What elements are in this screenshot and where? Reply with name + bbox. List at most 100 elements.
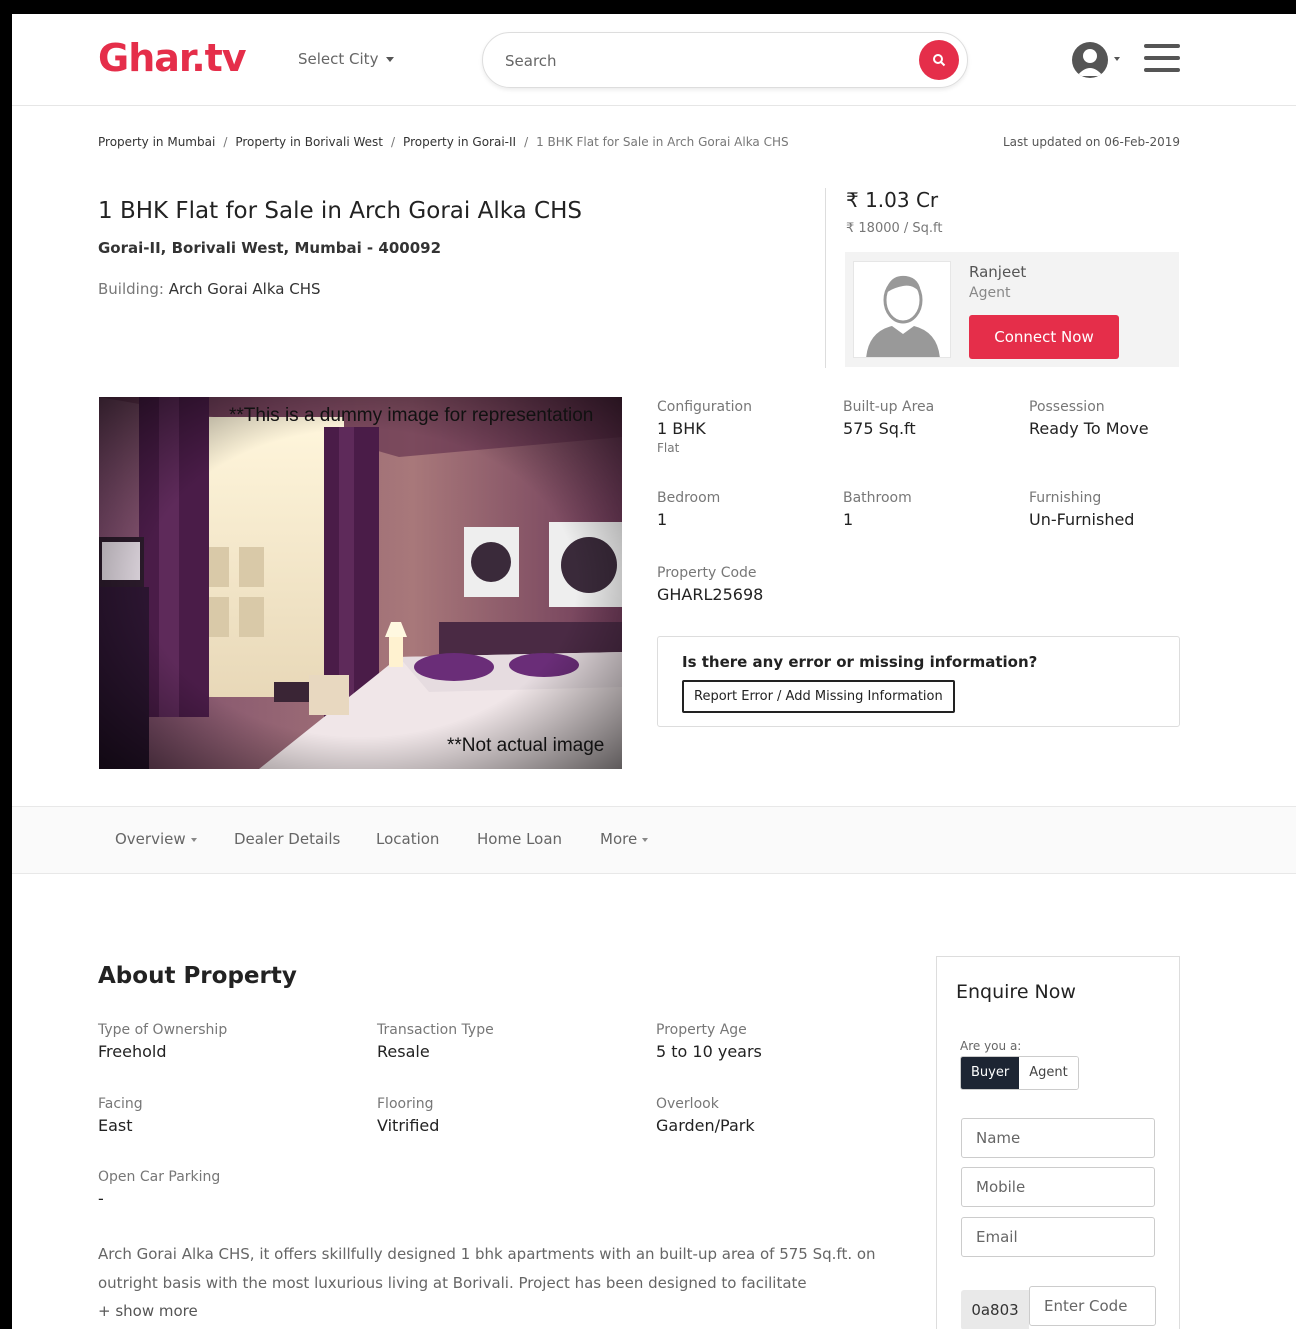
spec-label: Configuration bbox=[657, 399, 752, 415]
bedroom-photo bbox=[99, 397, 622, 769]
email-field[interactable] bbox=[961, 1217, 1155, 1257]
agent-card: Ranjeet Agent Connect Now bbox=[845, 252, 1179, 367]
property-price: ₹ 1.03 Cr bbox=[846, 188, 939, 212]
tab-label: More bbox=[600, 830, 638, 848]
tab-label: Overview bbox=[115, 830, 186, 848]
report-error-button[interactable]: Report Error / Add Missing Information bbox=[682, 680, 955, 713]
tab-dealer-details[interactable]: Dealer Details bbox=[234, 830, 340, 848]
agent-option[interactable]: Agent bbox=[1019, 1057, 1078, 1089]
user-avatar-icon[interactable] bbox=[1072, 42, 1108, 78]
search-button[interactable] bbox=[919, 40, 959, 80]
user-type-label: Are you a: bbox=[960, 1039, 1022, 1053]
about-facing: Facing East bbox=[98, 1096, 143, 1135]
about-property-age: Property Age 5 to 10 years bbox=[656, 1022, 762, 1061]
agent-name: Ranjeet bbox=[969, 263, 1027, 281]
spec-possession: Possession Ready To Move bbox=[1029, 399, 1149, 438]
image-disclaimer-bottom: **Not actual image bbox=[447, 735, 605, 756]
about-value: 5 to 10 years bbox=[656, 1042, 762, 1061]
about-transaction: Transaction Type Resale bbox=[377, 1022, 494, 1061]
agent-avatar bbox=[853, 261, 951, 358]
breadcrumb-item[interactable]: Property in Borivali West bbox=[235, 135, 383, 149]
about-parking: Open Car Parking - bbox=[98, 1169, 220, 1208]
name-field[interactable] bbox=[961, 1118, 1155, 1158]
captcha-code: 0a803 bbox=[961, 1290, 1029, 1329]
select-city-dropdown[interactable]: Select City bbox=[298, 50, 395, 68]
price-per-sqft: ₹ 18000 / Sq.ft bbox=[846, 221, 943, 236]
mobile-field[interactable] bbox=[961, 1167, 1155, 1207]
price-divider bbox=[825, 188, 826, 368]
report-error-box: Is there any error or missing informatio… bbox=[657, 636, 1180, 727]
breadcrumb-item[interactable]: Property in Gorai-II bbox=[403, 135, 516, 149]
about-ownership: Type of Ownership Freehold bbox=[98, 1022, 227, 1061]
breadcrumb: Property in Mumbai / Property in Borivali … bbox=[98, 135, 789, 149]
user-menu-caret-icon[interactable] bbox=[1114, 57, 1120, 61]
spec-value: GHARL25698 bbox=[657, 585, 764, 604]
about-label: Flooring bbox=[377, 1096, 434, 1112]
breadcrumb-separator: / bbox=[524, 135, 529, 149]
captcha-input[interactable] bbox=[1029, 1286, 1156, 1326]
about-description: Arch Gorai Alka CHS, it offers skillfull… bbox=[98, 1245, 876, 1292]
spec-value: 1 bbox=[843, 510, 854, 529]
search-input[interactable] bbox=[505, 49, 905, 73]
hamburger-menu-icon[interactable] bbox=[1144, 44, 1180, 74]
about-label: Facing bbox=[98, 1096, 143, 1112]
error-question: Is there any error or missing informatio… bbox=[682, 653, 1038, 671]
image-disclaimer-top: **This is a dummy image for representati… bbox=[229, 405, 594, 426]
property-title: 1 BHK Flat for Sale in Arch Gorai Alka C… bbox=[98, 198, 582, 224]
tab-home-loan[interactable]: Home Loan bbox=[477, 830, 562, 848]
about-label: Transaction Type bbox=[377, 1022, 494, 1038]
about-value: Vitrified bbox=[377, 1116, 440, 1135]
spec-bedroom: Bedroom 1 bbox=[657, 490, 720, 529]
property-address: Gorai-II, Borivali West, Mumbai - 400092 bbox=[98, 239, 442, 257]
spec-value: 575 Sq.ft bbox=[843, 419, 916, 438]
about-value: Freehold bbox=[98, 1042, 167, 1061]
last-updated: Last updated on 06-Feb-2019 bbox=[1003, 135, 1180, 149]
buyer-option[interactable]: Buyer bbox=[961, 1057, 1020, 1089]
breadcrumb-separator: / bbox=[391, 135, 396, 149]
chevron-down-icon bbox=[642, 837, 649, 842]
spec-configuration: Configuration 1 BHK Flat bbox=[657, 399, 752, 455]
spec-value: Ready To Move bbox=[1029, 419, 1149, 438]
spec-label: Built-up Area bbox=[843, 399, 935, 415]
breadcrumb-item[interactable]: Property in Mumbai bbox=[98, 135, 215, 149]
building-name: Arch Gorai Alka CHS bbox=[168, 280, 321, 298]
select-city-label: Select City bbox=[298, 50, 379, 68]
spec-label: Bedroom bbox=[657, 490, 721, 506]
about-label: Open Car Parking bbox=[98, 1169, 221, 1185]
property-image[interactable]: **This is a dummy image for representati… bbox=[99, 397, 622, 769]
chevron-down-icon bbox=[386, 57, 395, 62]
spec-label: Possession bbox=[1029, 399, 1105, 415]
spec-bathroom: Bathroom 1 bbox=[843, 490, 912, 529]
section-tabs: Overview Dealer Details Location Home Lo… bbox=[12, 806, 1296, 874]
about-label: Overlook bbox=[656, 1096, 719, 1112]
spec-label: Bathroom bbox=[843, 490, 912, 506]
user-type-toggle: Buyer Agent bbox=[960, 1056, 1079, 1090]
site-header: Ghar.tv Select City bbox=[12, 14, 1296, 106]
spec-property-code: Property Code GHARL25698 bbox=[657, 565, 763, 604]
search-bar bbox=[482, 32, 968, 88]
about-value: East bbox=[98, 1116, 133, 1135]
search-icon bbox=[933, 54, 946, 67]
spec-builtup-area: Built-up Area 575 Sq.ft bbox=[843, 399, 934, 438]
enquire-title: Enquire Now bbox=[956, 981, 1076, 1003]
building-info: Building: Arch Gorai Alka CHS bbox=[98, 280, 321, 298]
tab-overview[interactable]: Overview bbox=[115, 830, 197, 848]
about-overlook: Overlook Garden/Park bbox=[656, 1096, 755, 1135]
about-value: - bbox=[98, 1189, 104, 1208]
spec-sub: Flat bbox=[657, 441, 680, 455]
building-label: Building: bbox=[98, 280, 164, 298]
breadcrumb-current: 1 BHK Flat for Sale in Arch Gorai Alka C… bbox=[536, 135, 789, 149]
breadcrumb-separator: / bbox=[223, 135, 228, 149]
connect-now-button[interactable]: Connect Now bbox=[969, 315, 1119, 359]
logo[interactable]: Ghar.tv bbox=[98, 36, 247, 80]
about-value: Garden/Park bbox=[656, 1116, 755, 1135]
enquire-form: Enquire Now Are you a: Buyer Agent 0a803 bbox=[936, 956, 1180, 1329]
spec-label: Furnishing bbox=[1029, 490, 1102, 506]
chevron-down-icon bbox=[190, 837, 197, 842]
about-value: Resale bbox=[377, 1042, 430, 1061]
agent-role: Agent bbox=[969, 285, 1011, 301]
tab-more[interactable]: More bbox=[600, 830, 649, 848]
tab-location[interactable]: Location bbox=[376, 830, 439, 848]
about-property-title: About Property bbox=[98, 963, 297, 989]
show-more-link[interactable]: + show more bbox=[98, 1302, 198, 1320]
